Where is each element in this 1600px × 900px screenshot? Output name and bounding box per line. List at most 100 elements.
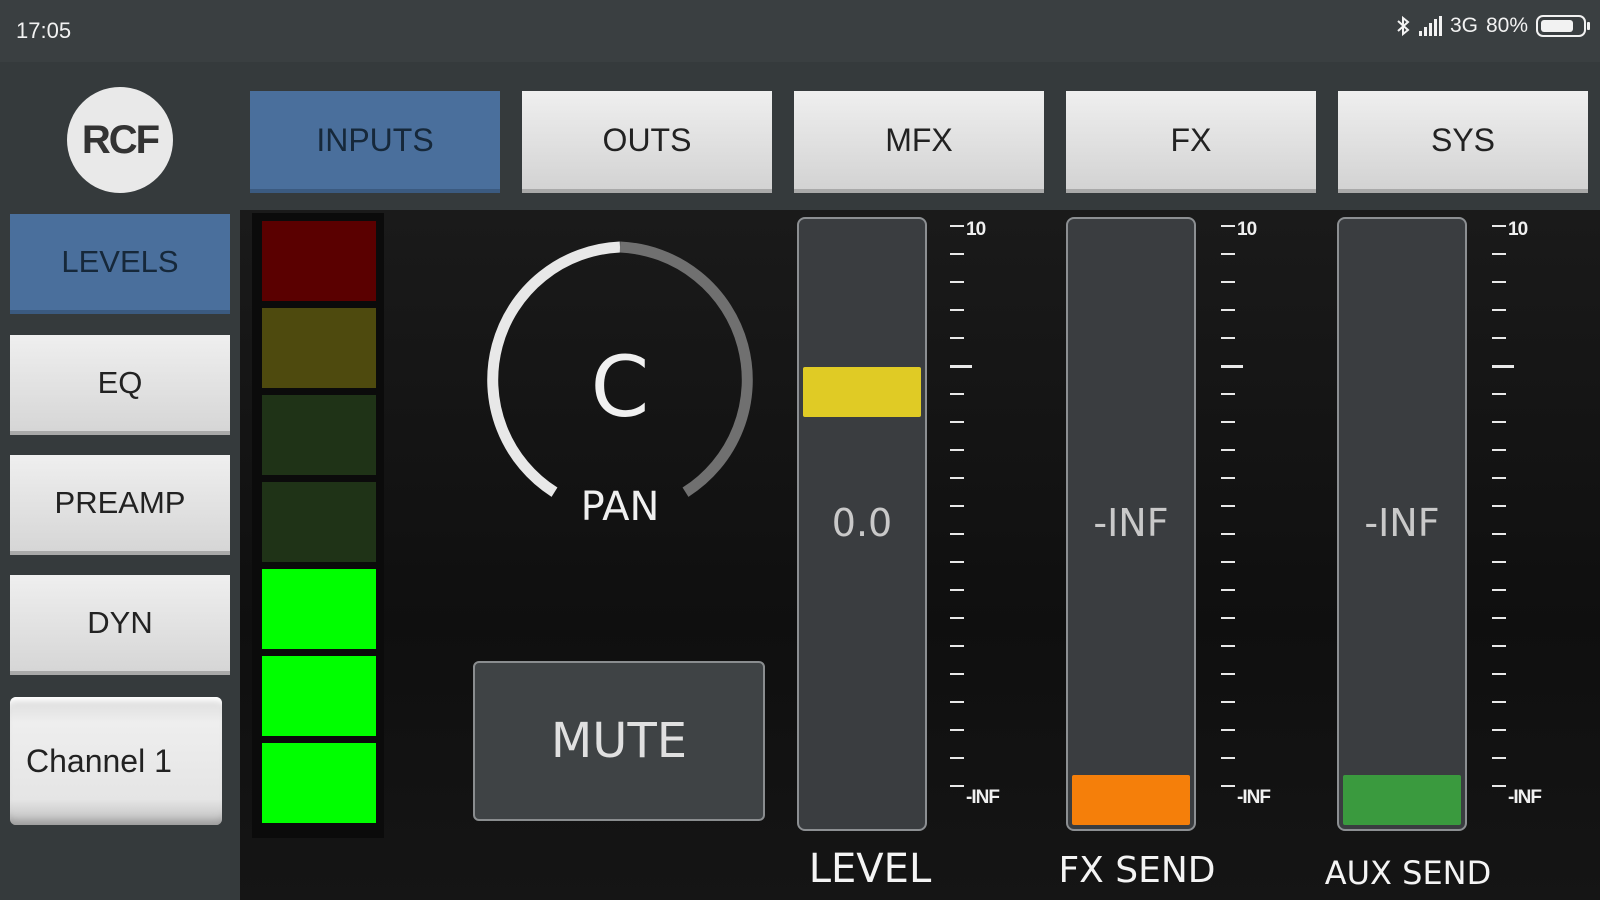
scale-tick <box>1221 421 1235 423</box>
scale-tick <box>1221 393 1235 395</box>
scale-tick <box>1492 701 1506 703</box>
fx-send-value: -INF <box>1093 501 1169 545</box>
scale-tick <box>1221 589 1235 591</box>
scale-tick <box>1492 337 1506 339</box>
meter-segment <box>262 656 376 736</box>
scale-tick <box>1492 253 1506 255</box>
scale-tick <box>1492 533 1506 535</box>
pan-label: PAN <box>580 484 660 530</box>
meter-segment <box>262 482 376 562</box>
scale-tick <box>950 253 964 255</box>
scale-tick <box>950 645 964 647</box>
scale-tick <box>1221 449 1235 451</box>
scale-tick <box>1492 449 1506 451</box>
scale-tick <box>1221 701 1235 703</box>
status-icons: 3G 80% <box>1395 14 1590 38</box>
scale-bottom-label: -INF <box>966 787 1000 808</box>
rcf-logo: RCF <box>67 87 173 193</box>
scale-top-label: 10 <box>1508 219 1528 240</box>
side-item-preamp[interactable]: PREAMP <box>10 455 230 555</box>
scale-tick <box>1221 561 1235 563</box>
scale-tick <box>950 617 964 619</box>
scale-bottom-label: -INF <box>1237 787 1271 808</box>
scale-tick <box>950 449 964 451</box>
scale-tick <box>1492 757 1506 759</box>
meter-segment <box>262 743 376 823</box>
scale-bottom-label: -INF <box>1508 787 1542 808</box>
scale-tick <box>1492 309 1506 311</box>
signal-icon <box>1418 16 1442 36</box>
scale-tick <box>950 673 964 675</box>
side-item-dyn[interactable]: DYN <box>10 575 230 675</box>
scale-tick <box>950 505 964 507</box>
scale-tick <box>1221 281 1235 283</box>
tab-inputs[interactable]: INPUTS <box>250 91 500 193</box>
tab-fx[interactable]: FX <box>1066 91 1316 193</box>
scale-tick <box>950 421 964 423</box>
scale-tick <box>1492 505 1506 507</box>
level-fader[interactable]: 0.0 <box>797 217 927 831</box>
scale-tick <box>950 225 964 227</box>
meter-segment <box>262 308 376 388</box>
scale-tick <box>1492 785 1506 787</box>
side-item-eq[interactable]: EQ <box>10 335 230 435</box>
fx-send-label: FX SEND <box>1058 850 1216 891</box>
pan-value: C <box>590 338 650 436</box>
tab-outs[interactable]: OUTS <box>522 91 772 193</box>
aux-send-value: -INF <box>1364 501 1440 545</box>
fx-send-scale: 10 -INF <box>1221 219 1291 825</box>
scale-tick <box>1492 645 1506 647</box>
scale-tick <box>1492 673 1506 675</box>
scale-tick <box>950 757 964 759</box>
aux-send-scale: 10 -INF <box>1492 219 1562 825</box>
scale-tick <box>950 533 964 535</box>
scale-tick <box>1492 617 1506 619</box>
scale-tick <box>1221 505 1235 507</box>
battery-percent: 80% <box>1485 14 1528 37</box>
aux-send-label: AUX SEND <box>1324 854 1492 892</box>
scale-tick <box>1492 365 1514 368</box>
status-time: 17:05 <box>16 18 72 43</box>
fx-send-fader-handle[interactable] <box>1072 775 1190 825</box>
scale-tick <box>950 281 964 283</box>
scale-tick <box>1221 337 1235 339</box>
scale-tick <box>1492 225 1506 227</box>
aux-send-fader[interactable]: -INF <box>1337 217 1467 831</box>
tab-sys[interactable]: SYS <box>1338 91 1588 193</box>
fx-send-fader[interactable]: -INF <box>1066 217 1196 831</box>
scale-tick <box>950 785 964 787</box>
scale-top-label: 10 <box>1237 219 1257 240</box>
scale-tick <box>950 393 964 395</box>
side-item-levels[interactable]: LEVELS <box>10 214 230 314</box>
scale-tick <box>1221 729 1235 731</box>
scale-tick <box>1221 785 1235 787</box>
level-scale: 10 -INF <box>950 219 1020 825</box>
scale-tick <box>1221 365 1243 368</box>
scale-tick <box>1221 673 1235 675</box>
mute-button[interactable]: MUTE <box>473 661 765 821</box>
scale-tick <box>1221 617 1235 619</box>
scale-tick <box>950 729 964 731</box>
network-type: 3G <box>1449 14 1478 37</box>
scale-tick <box>1492 561 1506 563</box>
scale-tick <box>1492 729 1506 731</box>
scale-tick <box>950 701 964 703</box>
scale-tick <box>1221 309 1235 311</box>
level-label: LEVEL <box>808 846 932 892</box>
level-fader-handle[interactable] <box>803 366 921 417</box>
scale-tick <box>1221 477 1235 479</box>
level-value: 0.0 <box>831 501 893 545</box>
tab-mfx[interactable]: MFX <box>794 91 1044 193</box>
scale-tick <box>950 365 972 368</box>
scale-tick <box>1492 421 1506 423</box>
scale-tick <box>1221 645 1235 647</box>
bluetooth-icon <box>1397 15 1410 37</box>
channel-selector[interactable]: Channel 1 <box>10 697 222 825</box>
scale-tick <box>950 561 964 563</box>
scale-tick <box>1221 757 1235 759</box>
aux-send-fader-handle[interactable] <box>1343 775 1461 825</box>
scale-top-label: 10 <box>966 219 986 240</box>
scale-tick <box>950 589 964 591</box>
scale-tick <box>950 477 964 479</box>
scale-tick <box>1492 281 1506 283</box>
